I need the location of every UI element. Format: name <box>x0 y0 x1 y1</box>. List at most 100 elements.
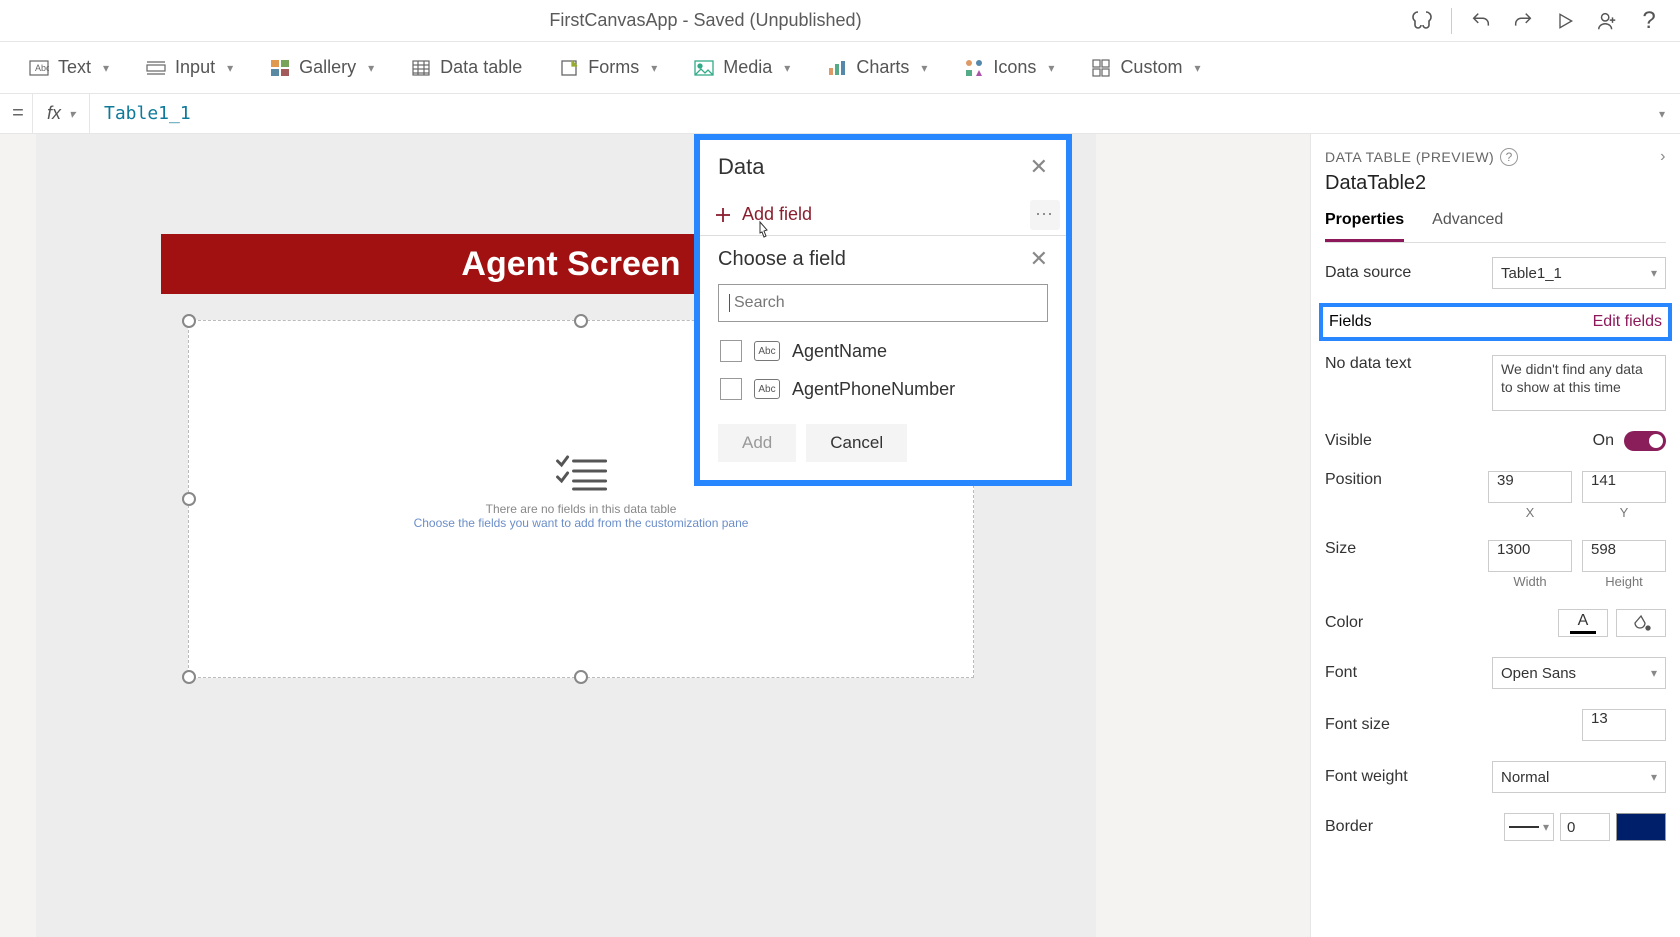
data-panel-header: Data ✕ <box>700 140 1066 194</box>
size-height-input[interactable]: 598 <box>1582 540 1666 572</box>
edit-fields-link[interactable]: Edit fields <box>1593 313 1662 331</box>
resize-handle[interactable] <box>574 314 588 328</box>
fontweight-dropdown[interactable]: Normal ▾ <box>1492 761 1666 793</box>
gallery-icon <box>269 57 291 79</box>
chevron-down-icon: ▾ <box>227 61 233 75</box>
chevron-down-icon: ▾ <box>1194 61 1200 75</box>
left-gutter <box>0 134 18 937</box>
chevron-down-icon: ▾ <box>651 61 657 75</box>
chevron-down-icon: ▾ <box>784 61 790 75</box>
chevron-down-icon: ▾ <box>103 61 109 75</box>
datasource-dropdown[interactable]: Table1_1 ▾ <box>1492 257 1666 289</box>
formula-expand[interactable]: ▾ <box>1644 107 1680 121</box>
choose-field-header: Choose a field ✕ <box>700 235 1066 280</box>
datatable-icon <box>410 57 432 79</box>
text-type-icon: Abc <box>754 379 780 399</box>
border-color-picker[interactable] <box>1616 813 1666 841</box>
checkbox[interactable] <box>720 378 742 400</box>
formula-equals: = <box>4 102 32 125</box>
chevron-down-icon: ▾ <box>921 61 927 75</box>
formula-bar: = fx▾ Table1_1 ▾ <box>0 94 1680 134</box>
ribbon-media[interactable]: Media▾ <box>693 57 790 79</box>
ribbon-custom[interactable]: Custom▾ <box>1090 57 1200 79</box>
prop-font: Font Open Sans ▾ <box>1325 647 1666 699</box>
field-option[interactable]: Abc AgentName <box>700 332 1066 370</box>
ribbon-charts[interactable]: Charts▾ <box>826 57 927 79</box>
charts-icon <box>826 57 848 79</box>
border-style-picker[interactable]: ▾ <box>1504 813 1554 841</box>
search-input[interactable]: Search <box>718 284 1048 322</box>
input-icon <box>145 57 167 79</box>
svg-text:Abc: Abc <box>35 63 49 73</box>
prop-fields-highlight: Fields Edit fields <box>1319 303 1672 341</box>
font-dropdown[interactable]: Open Sans ▾ <box>1492 657 1666 689</box>
chevron-right-icon[interactable]: › <box>1660 148 1666 166</box>
close-icon[interactable]: ✕ <box>1030 246 1048 272</box>
prop-datasource: Data source Table1_1 ▾ <box>1325 247 1666 299</box>
icons-icon <box>963 57 985 79</box>
forms-icon <box>558 57 580 79</box>
nodata-textbox[interactable]: We didn't find any data to show at this … <box>1492 355 1666 411</box>
help-icon[interactable]: ? <box>1500 148 1518 166</box>
field-option[interactable]: Abc AgentPhoneNumber <box>700 370 1066 408</box>
resize-handle[interactable] <box>182 492 196 506</box>
ribbon-gallery[interactable]: Gallery▾ <box>269 57 374 79</box>
formula-input[interactable]: Table1_1 <box>90 103 1644 124</box>
field-picker-actions: Add Cancel <box>700 408 1066 480</box>
media-icon <box>693 57 715 79</box>
position-y-input[interactable]: 141 <box>1582 471 1666 503</box>
tab-advanced[interactable]: Advanced <box>1432 205 1503 242</box>
health-icon[interactable] <box>1403 2 1441 40</box>
app-title: FirstCanvasApp - Saved (Unpublished) <box>12 10 1399 31</box>
text-type-icon: Abc <box>754 341 780 361</box>
resize-handle[interactable] <box>182 314 196 328</box>
ribbon-datatable[interactable]: Data table <box>410 57 522 79</box>
text-icon: Abc <box>28 57 50 79</box>
fx-dropdown[interactable]: fx▾ <box>32 94 90 133</box>
prop-fontweight: Font weight Normal ▾ <box>1325 751 1666 803</box>
props-tabs: Properties Advanced <box>1325 205 1666 243</box>
canvas-area: Agent Screen There are no fields in this… <box>18 134 1310 937</box>
help-icon[interactable]: ? <box>1630 2 1668 40</box>
ribbon-input[interactable]: Input▾ <box>145 57 233 79</box>
chevron-down-icon: ▾ <box>1543 820 1549 834</box>
font-color-picker[interactable]: A <box>1558 609 1608 637</box>
share-icon[interactable] <box>1588 2 1626 40</box>
prop-position: Position 39 X 141 Y <box>1325 461 1666 530</box>
cancel-button[interactable]: Cancel <box>806 424 907 462</box>
data-panel: Data ✕ Add field ⋯ Choose a field ✕ Sear… <box>694 134 1072 486</box>
chevron-down-icon: ▾ <box>368 61 374 75</box>
properties-panel: DATA TABLE (PREVIEW) ? › DataTable2 Prop… <box>1310 134 1680 937</box>
close-icon[interactable]: ✕ <box>1030 154 1048 180</box>
ribbon-icons[interactable]: Icons▾ <box>963 57 1054 79</box>
more-options-button[interactable]: ⋯ <box>1030 200 1060 230</box>
chevron-down-icon: ▾ <box>69 107 75 121</box>
empty-line2: Choose the fields you want to add from t… <box>414 516 749 530</box>
prop-fontsize: Font size 13 <box>1325 699 1666 751</box>
prop-nodata: No data text We didn't find any data to … <box>1325 345 1666 421</box>
props-header: DATA TABLE (PREVIEW) ? › <box>1325 148 1666 166</box>
prop-border: Border ▾ 0 <box>1325 803 1666 851</box>
prop-visible: Visible On <box>1325 421 1666 461</box>
position-x-input[interactable]: 39 <box>1488 471 1572 503</box>
chevron-down-icon: ▾ <box>1651 266 1657 280</box>
resize-handle[interactable] <box>574 670 588 684</box>
chevron-down-icon: ▾ <box>1048 61 1054 75</box>
add-button[interactable]: Add <box>718 424 796 462</box>
redo-icon[interactable] <box>1504 2 1542 40</box>
undo-icon[interactable] <box>1462 2 1500 40</box>
ribbon-forms[interactable]: Forms▾ <box>558 57 657 79</box>
insert-ribbon: Abc Text▾ Input▾ Gallery▾ Data table For… <box>0 42 1680 94</box>
tab-properties[interactable]: Properties <box>1325 205 1404 242</box>
border-width-input[interactable]: 0 <box>1560 813 1610 841</box>
checkbox[interactable] <box>720 340 742 362</box>
chevron-down-icon: ▾ <box>1651 770 1657 784</box>
fontsize-input[interactable]: 13 <box>1582 709 1666 741</box>
ribbon-text[interactable]: Abc Text▾ <box>28 57 109 79</box>
size-width-input[interactable]: 1300 <box>1488 540 1572 572</box>
visible-toggle[interactable] <box>1624 431 1666 451</box>
play-icon[interactable] <box>1546 2 1584 40</box>
fill-color-picker[interactable] <box>1616 609 1666 637</box>
add-field-button[interactable]: Add field <box>700 194 826 235</box>
resize-handle[interactable] <box>182 670 196 684</box>
